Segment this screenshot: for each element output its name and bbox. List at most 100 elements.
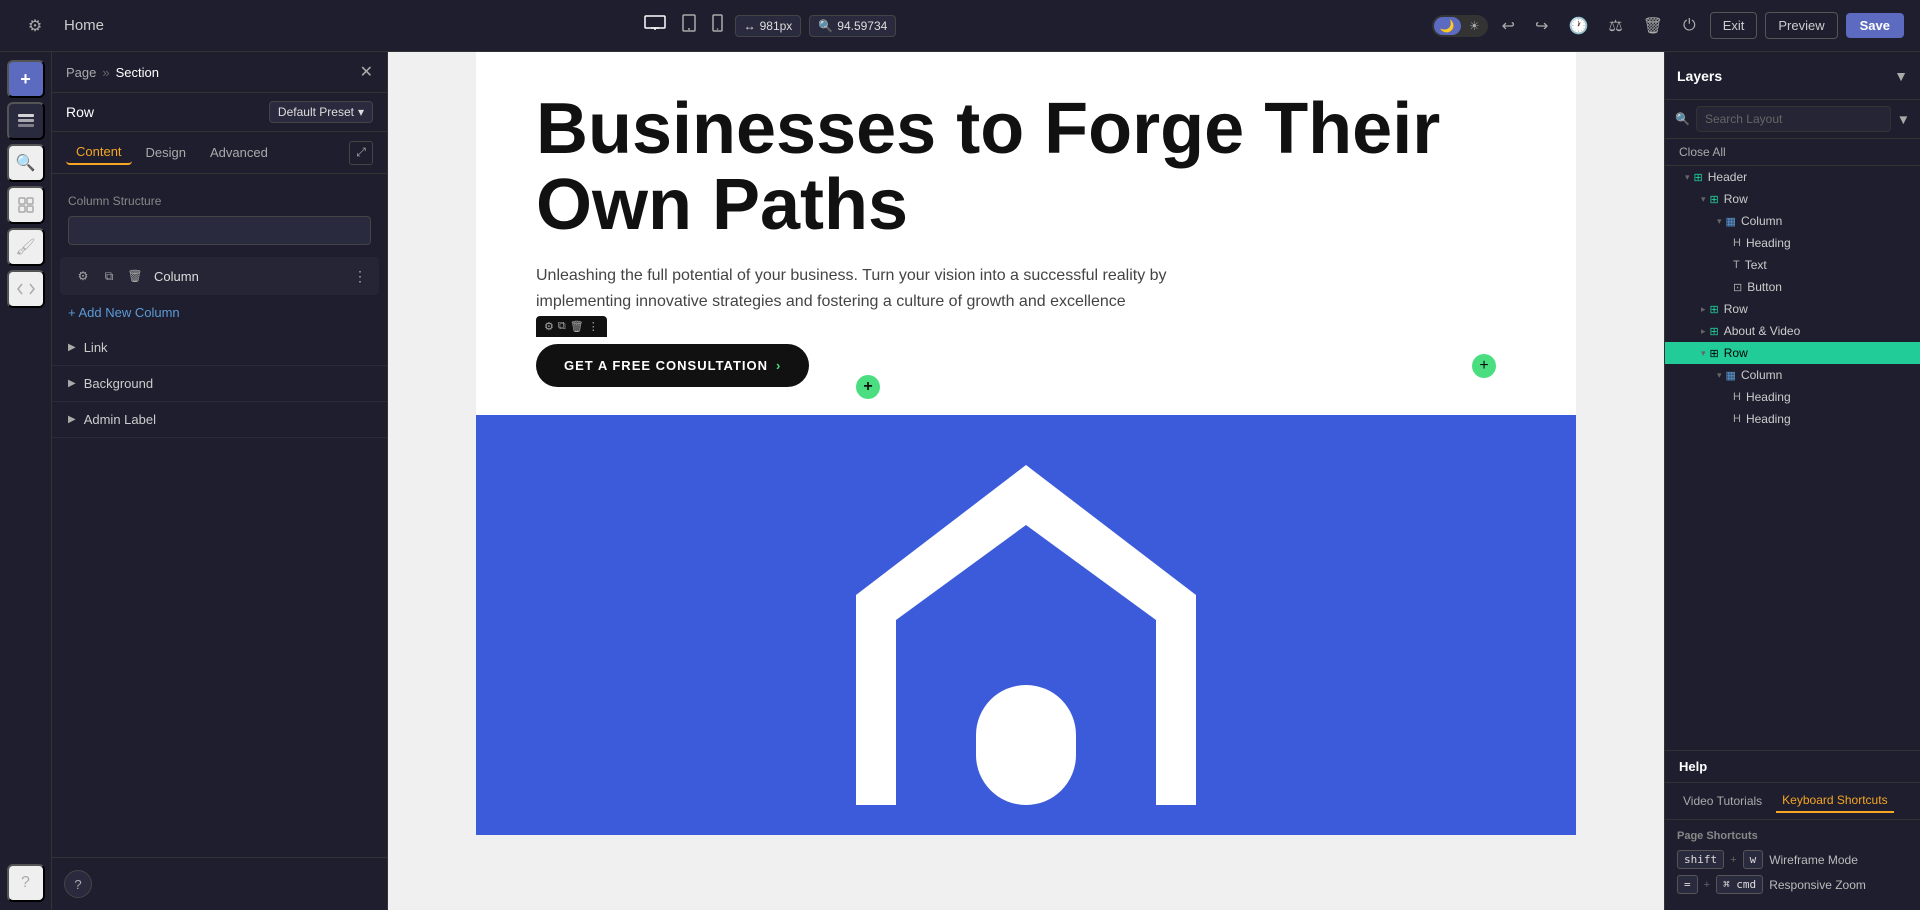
row-icon: ⊞ [1710, 325, 1719, 338]
cta-button[interactable]: GET A FREE CONSULTATION › [536, 344, 809, 387]
settings-icon-btn[interactable]: ⚖ [1602, 12, 1628, 40]
key-w: w [1743, 850, 1764, 869]
section-background[interactable]: ▶ Background [52, 366, 387, 402]
close-all-btn[interactable]: Close All [1665, 139, 1920, 166]
brush-icon[interactable]: 🖌 [7, 228, 45, 266]
hero-section: Businesses to Forge Their Own Paths Unle… [476, 52, 1576, 415]
column-delete-btn[interactable]: 🗑 [124, 265, 146, 287]
tree-item-col-1[interactable]: ▾ ▦ Column [1665, 210, 1920, 232]
row-label: Row [66, 104, 94, 120]
code-icon[interactable] [7, 270, 45, 308]
history-btn[interactable]: 🕐 [1562, 12, 1594, 40]
device-desktop-btn[interactable] [640, 11, 670, 40]
device-mobile-btn[interactable] [708, 10, 727, 41]
preset-badge[interactable]: Default Preset ▾ [269, 101, 373, 123]
chevron-down-icon: ▾ [358, 105, 364, 119]
tab-video-tutorials[interactable]: Video Tutorials [1677, 789, 1768, 813]
tree-item-heading-3[interactable]: H Heading [1665, 408, 1920, 430]
more-tool-icon[interactable]: ⋮ [588, 320, 599, 333]
hero-subtitle: Unleashing the full potential of your bu… [536, 263, 1236, 314]
tree-label: Column [1741, 368, 1782, 382]
tree-label: Text [1745, 258, 1767, 272]
topbar-left: ⚙ Home [16, 7, 104, 45]
column-overlay: ⚙ ⧉ 🗑 ⋮ [536, 316, 607, 337]
help-circle-icon[interactable]: ? [64, 870, 92, 898]
tree-item-heading-2[interactable]: H Heading [1665, 386, 1920, 408]
layers-title: Layers [1677, 68, 1722, 84]
canvas-area: Businesses to Forge Their Own Paths Unle… [388, 52, 1664, 910]
device-tablet-btn[interactable] [678, 10, 700, 41]
panel-body: Column Structure ⚙ ⧉ 🗑 Column ⋮ + Add Ne… [52, 174, 387, 857]
panel-footer: ? [52, 857, 387, 910]
zoom-badge: 🔍 94.59734 [809, 15, 896, 37]
grid-icon[interactable] [7, 186, 45, 224]
tree-item-row-active[interactable]: ▾ ⊞ Row [1665, 342, 1920, 364]
column-select[interactable] [68, 216, 371, 245]
filter-btn[interactable]: ▼ [1897, 112, 1910, 127]
add-right-btn[interactable]: + [1472, 354, 1496, 378]
trash-btn[interactable]: 🗑 [1637, 12, 1669, 40]
page-title: Home [64, 17, 104, 34]
column-settings-btn[interactable]: ⚙ [72, 265, 94, 287]
save-button[interactable]: Save [1846, 13, 1904, 38]
column-tools: ⚙ ⧉ 🗑 [72, 265, 146, 287]
help-section: Help Video Tutorials Keyboard Shortcuts … [1665, 750, 1920, 910]
exit-button[interactable]: Exit [1710, 12, 1758, 39]
layers-header: Layers ▼ [1665, 52, 1920, 100]
column-duplicate-btn[interactable]: ⧉ [98, 265, 120, 287]
tree-item-row-1[interactable]: ▾ ⊞ Row [1665, 188, 1920, 210]
tree-item-button[interactable]: ⊡ Button [1665, 276, 1920, 298]
help-title: Help [1679, 759, 1707, 774]
tree-item-heading-1[interactable]: H Heading [1665, 232, 1920, 254]
section-link[interactable]: ▶ Link [52, 330, 387, 366]
main-area: + 🔍 🖌 ? Page » Section ✕ Row Default Pre [0, 52, 1920, 910]
tree-item-row-2[interactable]: ▸ ⊞ Row [1665, 298, 1920, 320]
preview-button[interactable]: Preview [1765, 12, 1837, 39]
arrow-icon: ▶ [68, 414, 76, 425]
duplicate-tool-icon[interactable]: ⧉ [558, 320, 566, 333]
col-icon: ▦ [1726, 215, 1736, 228]
tab-advanced[interactable]: Advanced [200, 141, 278, 164]
tree-item-col-2[interactable]: ▾ ▦ Column [1665, 364, 1920, 386]
tab-keyboard-shortcuts[interactable]: Keyboard Shortcuts [1776, 789, 1893, 813]
tab-design[interactable]: Design [136, 141, 196, 164]
expand-icon: ▸ [1701, 304, 1706, 315]
expand-btn[interactable]: ⤢ [349, 141, 373, 165]
undo-btn[interactable]: ↩ [1496, 12, 1521, 40]
delete-tool-icon[interactable]: 🗑 [570, 320, 584, 333]
left-panel: Page » Section ✕ Row Default Preset ▾ Co… [52, 52, 388, 910]
help-icon[interactable]: ? [7, 864, 45, 902]
add-column-btn[interactable]: + Add New Column [68, 305, 180, 320]
add-below-btn[interactable]: + [856, 375, 880, 399]
gear-icon[interactable]: ⚙ [16, 7, 54, 45]
search-layout-row: 🔍 ▼ [1665, 100, 1920, 139]
search-icon[interactable]: 🔍 [7, 144, 45, 182]
search-icon: 🔍 [1675, 112, 1690, 126]
tab-content[interactable]: Content [66, 140, 132, 165]
column-more-btn[interactable]: ⋮ [353, 268, 367, 285]
shortcuts-section: Page Shortcuts shift + w Wireframe Mode … [1665, 820, 1920, 910]
hero-title: Businesses to Forge Their Own Paths [536, 92, 1516, 243]
power-btn[interactable]: ⏻ [1677, 13, 1702, 39]
add-element-btn[interactable]: + [7, 60, 45, 98]
section-admin-label[interactable]: ▶ Admin Label [52, 402, 387, 438]
tree-item-header[interactable]: ▾ ⊞ Header [1665, 166, 1920, 188]
layers-icon[interactable] [7, 102, 45, 140]
filter-icon-btn[interactable]: ▼ [1894, 68, 1908, 84]
expand-icon: ▾ [1717, 216, 1722, 227]
panel-close-btn[interactable]: ✕ [360, 62, 373, 82]
plus-sign: + [1704, 879, 1710, 891]
tree-item-text[interactable]: T Text [1665, 254, 1920, 276]
expand-icon: ▾ [1685, 172, 1690, 183]
tree-item-about-video[interactable]: ▸ ⊞ About & Video [1665, 320, 1920, 342]
key-cmd: ⌘ cmd [1716, 875, 1763, 894]
column-structure-label: Column Structure [52, 184, 387, 212]
settings-tool-icon[interactable]: ⚙ [544, 320, 554, 333]
redo-btn[interactable]: ↪ [1529, 12, 1554, 40]
tree-label: About & Video [1724, 324, 1801, 338]
add-column-row: + Add New Column [52, 295, 387, 330]
px-badge: ↔ 981px [735, 15, 802, 37]
search-layout-input[interactable] [1696, 106, 1891, 132]
theme-toggle[interactable]: 🌙 ☀ [1432, 15, 1488, 37]
help-header: Help [1665, 751, 1920, 783]
